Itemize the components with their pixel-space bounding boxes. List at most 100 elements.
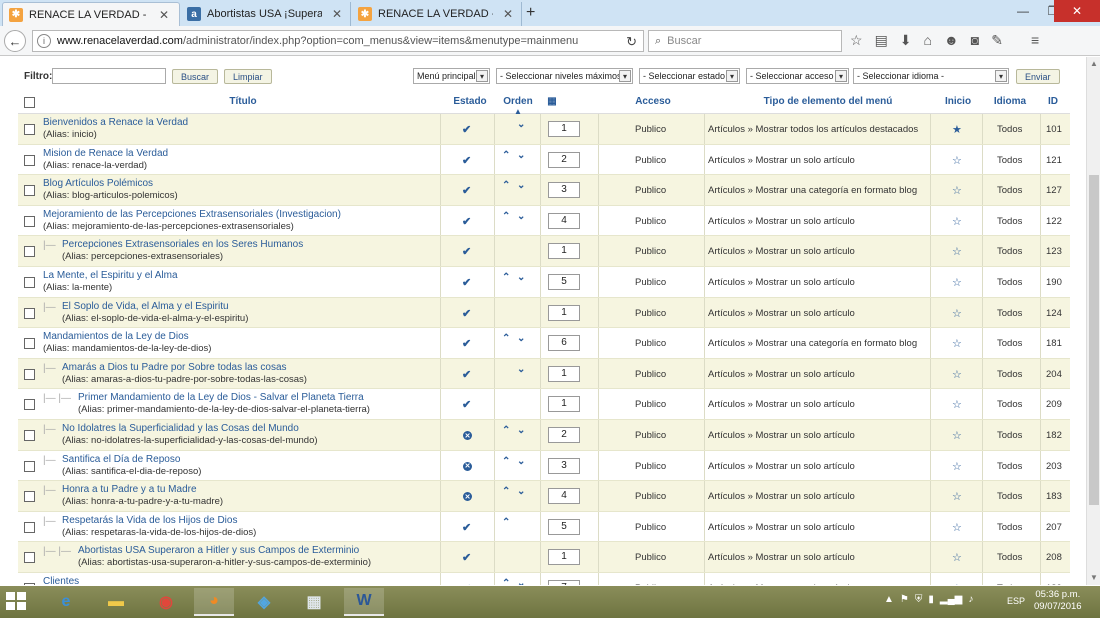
row-checkbox[interactable] (24, 368, 35, 380)
move-up-icon[interactable]: ⌃ (502, 456, 510, 467)
unpublished-icon[interactable]: ✕ (463, 431, 472, 440)
order-input[interactable]: 1 (548, 549, 580, 566)
published-check-icon[interactable]: ✔ (462, 582, 471, 585)
order-input[interactable]: 1 (548, 365, 580, 382)
clear-button[interactable]: Limpiar (224, 69, 272, 84)
state-select[interactable]: - Seleccionar estado - ▾ (639, 68, 740, 84)
published-check-icon[interactable]: ✔ (462, 551, 471, 564)
bookmark-star-icon[interactable]: ☆ (850, 32, 863, 49)
home-star-icon[interactable]: ☆ (952, 215, 962, 228)
home-star-icon[interactable]: ☆ (952, 184, 962, 197)
filter-search-input[interactable] (52, 68, 166, 84)
antivirus-icon[interactable]: ⛨ (915, 594, 923, 605)
move-down-icon[interactable]: ⌄ (517, 180, 525, 191)
move-up-icon[interactable]: ⌃ (502, 211, 510, 222)
menu-item-title-link[interactable]: Blog Artículos Polémicos (43, 178, 153, 189)
close-tab-icon[interactable]: ✕ (332, 7, 342, 21)
reload-icon[interactable]: ↻ (626, 34, 637, 50)
home-star-icon[interactable]: ☆ (952, 245, 962, 258)
move-up-icon[interactable]: ⌃ (502, 180, 510, 191)
order-input[interactable]: 1 (548, 304, 580, 321)
row-checkbox[interactable] (24, 185, 35, 197)
published-check-icon[interactable]: ✔ (462, 521, 471, 534)
home-star-icon[interactable]: ☆ (952, 460, 962, 473)
info-icon[interactable]: i (37, 34, 51, 48)
published-check-icon[interactable]: ✔ (462, 215, 471, 228)
published-check-icon[interactable]: ✔ (462, 337, 471, 350)
menu-item-title-link[interactable]: No Idolatres la Superficialidad y las Co… (62, 423, 299, 434)
header-state[interactable]: Estado (448, 96, 492, 107)
default-home-star-icon[interactable]: ★ (952, 123, 962, 136)
published-check-icon[interactable]: ✔ (462, 368, 471, 381)
order-input[interactable]: 4 (548, 488, 580, 505)
levels-select[interactable]: - Seleccionar niveles máximos - ▾ (496, 68, 633, 84)
published-check-icon[interactable]: ✔ (462, 245, 471, 258)
move-up-icon[interactable]: ⌃ (502, 272, 510, 283)
send-button[interactable]: Enviar (1016, 69, 1060, 84)
row-checkbox[interactable] (24, 430, 35, 441)
row-checkbox[interactable] (24, 552, 35, 564)
row-checkbox[interactable] (24, 215, 35, 227)
menu-item-title-link[interactable]: El Soplo de Vida, el Alma y el Espiritu (62, 301, 229, 312)
move-down-icon[interactable]: ⌄ (517, 456, 525, 467)
menu-item-title-link[interactable]: Percepciones Extrasensoriales en los Ser… (62, 239, 303, 250)
pocket-icon[interactable]: ◙ (971, 32, 979, 49)
order-input[interactable]: 2 (548, 427, 580, 443)
order-input[interactable]: 6 (548, 335, 580, 352)
menu-item-title-link[interactable]: Respetarás la Vida de los Hijos de Dios (62, 515, 237, 526)
save-order-icon[interactable]: ▦ (542, 96, 562, 107)
access-select[interactable]: - Seleccionar acceso - ▾ (746, 68, 849, 84)
home-star-icon[interactable]: ☆ (952, 368, 962, 381)
move-up-icon[interactable]: ⌃ (502, 486, 510, 497)
row-checkbox[interactable] (24, 491, 35, 503)
header-language[interactable]: Idioma (988, 96, 1032, 107)
header-id[interactable]: ID (1038, 96, 1068, 107)
published-check-icon[interactable]: ✔ (462, 184, 471, 197)
move-down-icon[interactable]: ⌄ (517, 333, 525, 344)
battery-icon[interactable]: ▮ (928, 594, 934, 605)
header-access[interactable]: Acceso (618, 96, 688, 107)
move-down-icon[interactable]: ⌄ (517, 364, 525, 375)
order-input[interactable]: 4 (548, 212, 580, 229)
order-input[interactable]: 3 (548, 182, 580, 199)
order-input[interactable]: 5 (548, 518, 580, 535)
order-input[interactable]: 5 (548, 274, 580, 290)
order-input[interactable]: 2 (548, 151, 580, 168)
menu-item-title-link[interactable]: Santifica el Día de Reposo (62, 454, 180, 465)
menu-item-title-link[interactable]: Mandamientos de la Ley de Dios (43, 331, 189, 342)
move-up-icon[interactable]: ⌃ (502, 425, 510, 436)
tray-expand-icon[interactable]: ▲ (884, 594, 894, 605)
home-star-icon[interactable]: ☆ (952, 337, 962, 350)
file-explorer-icon[interactable]: ▬ (96, 588, 136, 616)
home-icon[interactable]: ⌂ (924, 32, 932, 49)
published-check-icon[interactable]: ✔ (462, 123, 471, 136)
move-up-icon[interactable]: ⌃ (502, 517, 510, 528)
published-check-icon[interactable]: ✔ (462, 398, 471, 411)
internet-explorer-icon[interactable]: e (46, 588, 86, 616)
home-star-icon[interactable]: ☆ (952, 429, 962, 442)
close-tab-icon[interactable]: ✕ (503, 7, 513, 21)
header-type[interactable]: Tipo de elemento del menú (708, 96, 948, 107)
menu-item-title-link[interactable]: Bienvenidos a Renace la Verdad (43, 117, 188, 128)
row-checkbox[interactable] (24, 246, 35, 258)
word-icon[interactable]: W (344, 588, 384, 616)
search-input[interactable]: ⌕ Buscar (648, 30, 842, 52)
move-up-icon[interactable]: ⌃ (502, 333, 510, 344)
move-down-icon[interactable]: ⌄ (517, 119, 525, 130)
row-checkbox[interactable] (24, 154, 35, 166)
move-down-icon[interactable]: ⌄ (517, 150, 525, 161)
home-star-icon[interactable]: ☆ (952, 490, 962, 503)
home-star-icon[interactable]: ☆ (952, 582, 962, 585)
home-star-icon[interactable]: ☆ (952, 551, 962, 564)
browser-tab-2[interactable]: a Abortistas USA ¡Superaron... ✕ (181, 2, 351, 26)
input-language[interactable]: ESP (1007, 596, 1025, 606)
url-bar[interactable]: i www.renacelaverdad.com/administrator/i… (32, 30, 644, 52)
firefox-icon[interactable]: ◕ (194, 588, 234, 616)
home-star-icon[interactable]: ☆ (952, 276, 962, 289)
menu-item-title-link[interactable]: Abortistas USA Superaron a Hitler y sus … (78, 545, 359, 556)
download-icon[interactable]: ⬇ (900, 32, 912, 49)
network-app-icon[interactable]: ◈ (244, 588, 284, 616)
row-checkbox[interactable] (24, 124, 35, 135)
vertical-scrollbar[interactable]: ▲ ▼ (1086, 57, 1100, 585)
close-window-button[interactable]: ✕ (1054, 0, 1100, 22)
